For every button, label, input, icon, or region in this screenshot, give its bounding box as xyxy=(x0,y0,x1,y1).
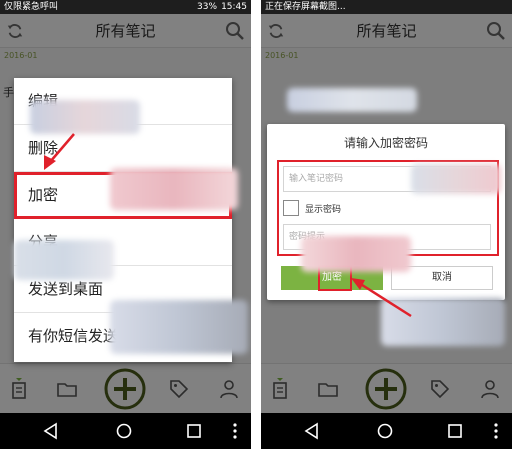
more-icon[interactable] xyxy=(230,422,240,440)
system-nav-bar xyxy=(261,413,512,449)
privacy-blur xyxy=(110,168,238,210)
more-icon[interactable] xyxy=(491,422,501,440)
status-bar: 正在保存屏幕截图... xyxy=(261,0,512,14)
home-icon[interactable] xyxy=(115,422,133,440)
back-icon[interactable] xyxy=(303,422,321,440)
system-nav-bar xyxy=(0,413,251,449)
encrypt-password-dialog: 请输入加密密码 输入笔记密码 显示密码 密码提示 加密 取消 xyxy=(267,124,505,300)
dialog-title: 请输入加密密码 xyxy=(343,136,428,150)
recents-icon[interactable] xyxy=(446,422,464,440)
clock: 15:45 xyxy=(221,2,247,12)
left-phone-screen: 仅限紧急呼叫 33% 15:45 所有笔记 2016-01 手 删除 加密 发送… xyxy=(0,0,251,449)
show-password-label: 显示密码 xyxy=(305,205,342,215)
privacy-blur xyxy=(301,236,411,272)
status-saving-text: 正在保存屏幕截图... xyxy=(265,2,346,12)
status-bar: 仅限紧急呼叫 33% 15:45 xyxy=(0,0,251,14)
recents-icon[interactable] xyxy=(185,422,203,440)
privacy-blur xyxy=(287,88,417,112)
privacy-blur xyxy=(30,100,140,134)
privacy-blur xyxy=(110,300,248,354)
back-icon[interactable] xyxy=(42,422,60,440)
home-icon[interactable] xyxy=(376,422,394,440)
status-emergency-text: 仅限紧急呼叫 xyxy=(4,2,59,12)
battery-percent: 33% xyxy=(197,2,218,12)
right-phone-screen: 正在保存屏幕截图... 所有笔记 2016-01 请输入加密密码 输入笔记密码 … xyxy=(261,0,512,449)
privacy-blur xyxy=(411,164,501,194)
show-password-checkbox[interactable] xyxy=(283,200,299,216)
privacy-blur xyxy=(14,240,114,280)
privacy-blur xyxy=(381,298,505,346)
